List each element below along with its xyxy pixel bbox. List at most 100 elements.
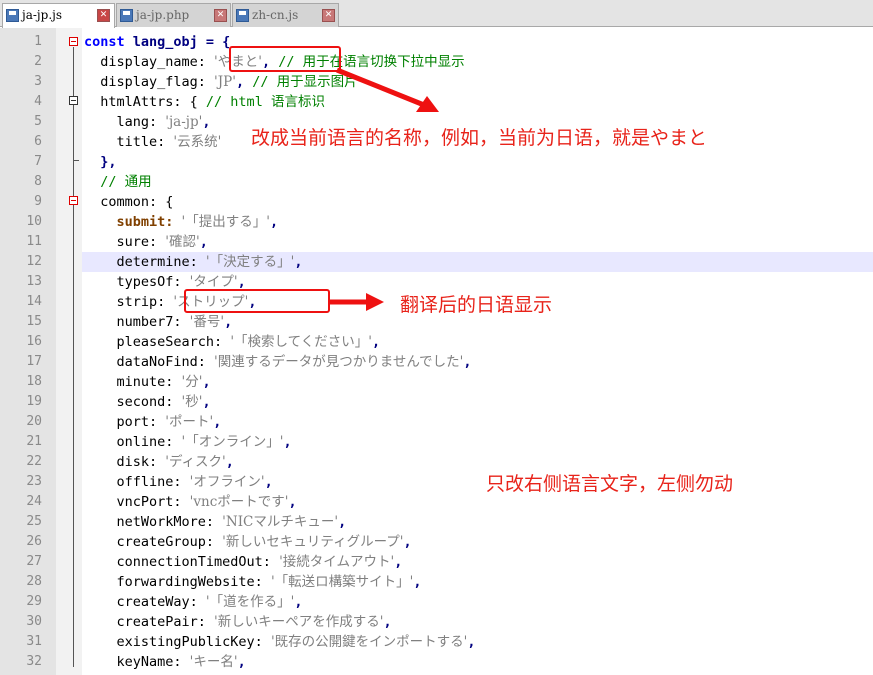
code-token: 'キー名' (189, 654, 238, 670)
code-line[interactable]: connectionTimedOut: '接続タイムアウト', (84, 552, 403, 572)
code-token: , (202, 394, 211, 410)
annotation-display-name: 改成当前语言的名称，例如，当前为日语，就是やまと (251, 127, 708, 149)
code-line[interactable]: submit: '「提出する」', (84, 212, 279, 232)
code-token: display_flag: (84, 74, 215, 90)
code-token: '「提出する」' (181, 214, 270, 230)
file-save-icon (236, 9, 249, 22)
code-line[interactable]: minute: '分', (84, 372, 211, 392)
code-line[interactable]: existingPublicKey: '既存の公開鍵をインポートする', (84, 632, 476, 652)
line-number: 4 (34, 94, 42, 109)
code-line[interactable]: title: '云系统' (84, 132, 222, 152)
code-token: , (288, 494, 297, 510)
code-token: determine: (84, 254, 206, 270)
line-number: 27 (26, 554, 42, 569)
code-token: , (237, 274, 246, 290)
code-token: lang_obj = { (132, 34, 231, 50)
code-token: lang: (84, 114, 166, 130)
code-line[interactable]: }, (84, 152, 117, 172)
code-line[interactable]: lang: 'ja-jp', (84, 112, 211, 132)
line-number: 16 (26, 334, 42, 349)
code-line[interactable]: createPair: '新しいキーペアを作成する', (84, 612, 392, 632)
tab-zh-cn-js[interactable]: zh-cn.js ✕ (232, 3, 339, 27)
line-number: 22 (26, 454, 42, 469)
code-line[interactable]: htmlAttrs: { // html 语言标识 (84, 92, 325, 112)
code-token: , (383, 614, 392, 630)
line-number: 18 (26, 374, 42, 389)
code-line[interactable]: display_flag: 'JP', // 用于显示图片 (84, 72, 357, 92)
line-number: 25 (26, 514, 42, 529)
code-token: offline: (84, 474, 190, 490)
line-number: 14 (26, 294, 42, 309)
highlight-box-strip (184, 289, 330, 313)
code-line[interactable]: number7: '番号', (84, 312, 233, 332)
code-line[interactable]: createWay: '「道を作る」', (84, 592, 303, 612)
code-line[interactable]: common: { (84, 192, 173, 212)
code-token: , (202, 114, 211, 130)
code-token: , (371, 334, 381, 350)
line-number: 2 (34, 54, 42, 69)
code-token: , (394, 554, 403, 570)
code-token: , (294, 594, 303, 610)
code-token: }, (84, 154, 117, 170)
code-token: , (463, 354, 472, 370)
code-line[interactable]: netWorkMore: 'NICマルチキュー', (84, 512, 347, 532)
line-number: 10 (26, 214, 42, 229)
tab-label: ja-jp.js (22, 8, 63, 22)
code-token: '接続タイムアウト' (279, 554, 395, 570)
code-token: createPair: (84, 614, 215, 630)
code-token: '「決定する」' (205, 254, 295, 270)
tab-ja-jp-php[interactable]: ja-jp.php ✕ (116, 3, 231, 27)
code-token: , (224, 314, 233, 330)
code-line[interactable]: pleaseSearch: '「検索してください」', (84, 332, 381, 352)
code-line[interactable]: const lang_obj = { (84, 32, 230, 52)
code-token: htmlAttrs: { (84, 94, 206, 110)
code-line[interactable]: offline: 'オフライン', (84, 472, 273, 492)
code-token: '「検索してください」' (230, 334, 372, 350)
line-number: 30 (26, 614, 42, 629)
tab-ja-jp-js[interactable]: ja-jp.js ✕ (2, 3, 115, 28)
code-line[interactable]: forwardingWebsite: '「転送ロ構築サイト」', (84, 572, 422, 592)
fold-toggle-icon[interactable] (69, 37, 78, 46)
code-token: '分' (181, 374, 203, 390)
code-line[interactable]: second: '秒', (84, 392, 211, 412)
code-line[interactable]: vncPort: 'vncポートです', (84, 492, 297, 512)
close-icon[interactable]: ✕ (322, 9, 335, 22)
code-token: , (413, 574, 422, 590)
line-number: 1 (34, 34, 42, 49)
fold-toggle-icon[interactable] (69, 196, 78, 205)
arrow-2-head (366, 293, 384, 311)
code-line[interactable]: dataNoFind: '関連するデータが見つかりませんでした', (84, 352, 472, 372)
code-token: '関連するデータが見つかりませんでした' (214, 354, 464, 370)
close-icon[interactable]: ✕ (214, 9, 227, 22)
annotation-translation: 翻译后的日语显示 (400, 294, 553, 316)
code-line[interactable]: disk: 'ディスク', (84, 452, 234, 472)
code-token: '新しいセキュリティグループ' (222, 534, 404, 550)
code-line[interactable]: keyName: 'キー名', (84, 652, 246, 672)
code-token: forwardingWebsite: (84, 574, 271, 590)
code-token: // html 语言标识 (205, 94, 325, 110)
close-icon[interactable]: ✕ (97, 9, 110, 22)
code-line[interactable]: createGroup: '新しいセキュリティグループ', (84, 532, 412, 552)
code-token: pleaseSearch: (84, 334, 231, 350)
code-token: 'ポート' (165, 414, 214, 430)
code-line[interactable]: // 通用 (84, 172, 152, 192)
line-number: 32 (26, 654, 42, 669)
code-token: 'vncポートです' (189, 494, 289, 510)
code-line[interactable]: determine: '「決定する」', (84, 252, 303, 272)
code-token: 'JP' (214, 74, 236, 90)
code-token: '秒' (181, 394, 203, 410)
code-line[interactable]: sure: '確認', (84, 232, 208, 252)
code-token: vncPort: (84, 494, 190, 510)
code-token: sure: (84, 234, 166, 250)
code-token: , (225, 454, 234, 470)
code-line[interactable]: port: 'ポート', (84, 412, 222, 432)
code-token: , (237, 654, 246, 670)
code-line[interactable]: online: '「オンライン」', (84, 432, 292, 452)
line-number: 9 (34, 194, 42, 209)
fold-toggle-icon[interactable] (69, 96, 78, 105)
code-token: // 通用 (84, 174, 152, 190)
code-token: , (403, 534, 412, 550)
line-number: 11 (26, 234, 42, 249)
code-token: createGroup: (84, 534, 223, 550)
code-token: 'タイプ' (189, 274, 238, 290)
